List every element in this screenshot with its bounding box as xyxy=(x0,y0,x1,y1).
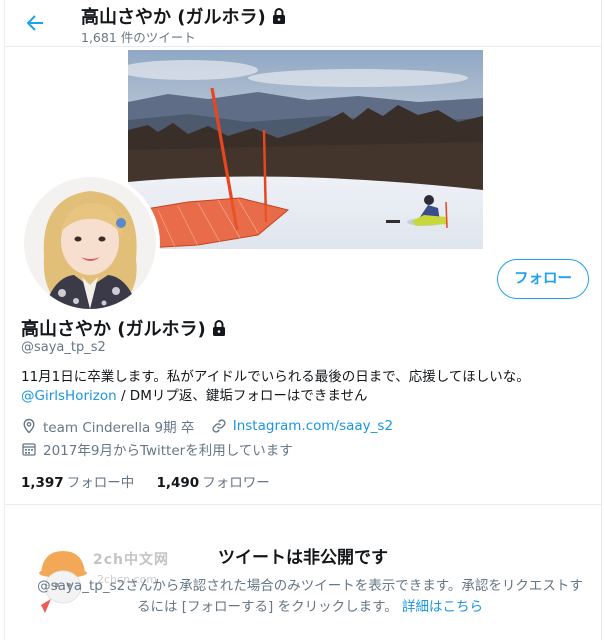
location-icon xyxy=(23,418,35,434)
followers-stat[interactable]: 1,490 フォロワー xyxy=(157,475,270,491)
avatar[interactable] xyxy=(20,173,160,313)
bio-line-1: 11月1日に卒業します。私がアイドルでいられる最後の日まで、応援してほしいな。 xyxy=(21,369,530,385)
profile-meta-row-2: 2017年9月からTwitterを利用しています xyxy=(21,439,293,461)
profile-banner[interactable] xyxy=(128,50,483,249)
website-item: Instagram.com/saay_s2 xyxy=(211,418,393,434)
profile-name-text: 高山さやか (ガルホラ) xyxy=(21,319,206,340)
bio-line-2: @GirlsHorizon / DMリプ返、鍵垢フォローはできません xyxy=(21,387,591,406)
profile-header: 高山さやか (ガルホラ) 1,681 件のツイート xyxy=(5,0,601,47)
lock-icon xyxy=(212,320,225,336)
profile-name: 高山さやか (ガルホラ) xyxy=(21,315,228,341)
tweet-count: 1,681 件のツイート xyxy=(81,30,196,45)
calendar-icon xyxy=(22,443,36,456)
followers-label: フォロワー xyxy=(202,475,270,491)
location-item: team Cinderella 9期 卒 xyxy=(21,416,194,436)
joined-text: 2017年9月からTwitterを利用しています xyxy=(43,443,293,459)
profile-column: 高山さやか (ガルホラ) 1,681 件のツイート フォロー 高山さやか (ガル… xyxy=(4,0,602,640)
profile-stats: 1,397 フォロー中 1,490 フォロワー xyxy=(21,471,270,491)
profile-bio: 11月1日に卒業します。私がアイドルでいられる最後の日まで、応援してほしいな。 … xyxy=(21,368,591,406)
back-arrow-icon[interactable] xyxy=(23,11,47,35)
following-label: フォロー中 xyxy=(66,475,135,491)
protected-title: ツイートは非公開です xyxy=(218,548,388,568)
lock-icon xyxy=(272,8,285,24)
link-icon xyxy=(212,419,226,433)
bio-mention-link[interactable]: @GirlsHorizon xyxy=(21,388,117,404)
followers-count: 1,490 xyxy=(156,475,200,491)
protected-body-text: @saya_tp_s2さんから承認された場合のみツイートを表示できます。承認をリ… xyxy=(37,578,583,615)
joined-item: 2017年9月からTwitterを利用しています xyxy=(21,439,293,459)
location-text: team Cinderella 9期 卒 xyxy=(43,420,195,436)
section-divider xyxy=(5,504,601,505)
learn-more-link[interactable]: 詳細はこちら xyxy=(402,599,483,615)
protected-message: @saya_tp_s2さんから承認された場合のみツイートを表示できます。承認をリ… xyxy=(35,576,585,618)
follow-button[interactable]: フォロー xyxy=(497,259,589,299)
profile-handle: @saya_tp_s2 xyxy=(21,340,106,355)
profile-meta-row-1: team Cinderella 9期 卒 Instagram.com/saay_… xyxy=(21,416,393,438)
website-link[interactable]: Instagram.com/saay_s2 xyxy=(233,418,393,434)
header-name: 高山さやか (ガルホラ) xyxy=(81,7,266,28)
following-stat[interactable]: 1,397 フォロー中 xyxy=(21,475,134,491)
bio-line-2-text: / DMリプ返、鍵垢フォローはできません xyxy=(116,388,368,404)
following-count: 1,397 xyxy=(21,475,64,491)
header-title: 高山さやか (ガルホラ) xyxy=(81,3,288,29)
